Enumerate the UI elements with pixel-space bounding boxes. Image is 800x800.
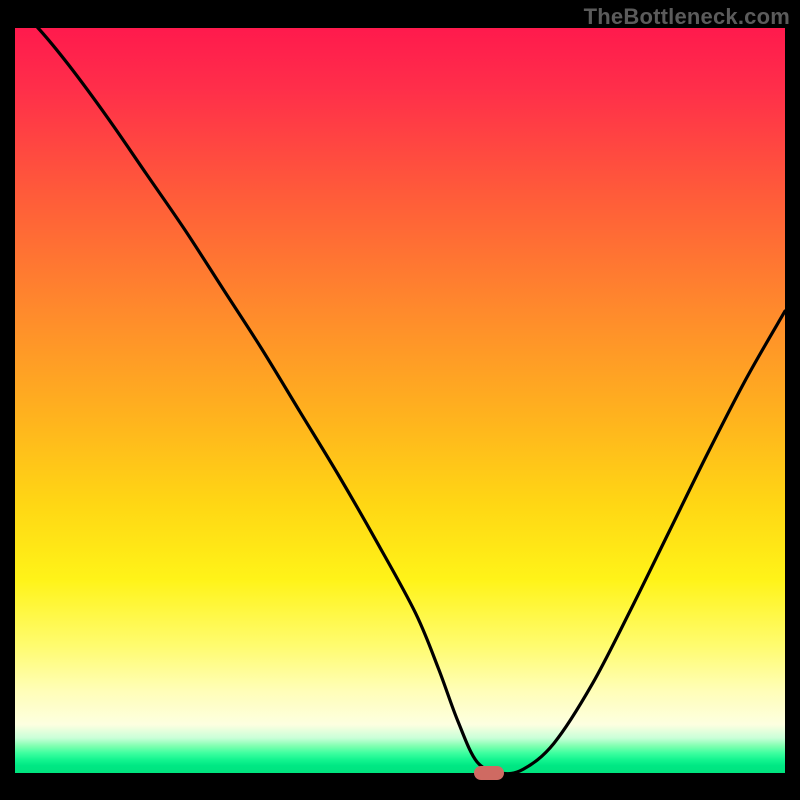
watermark-text: TheBottleneck.com — [584, 4, 790, 30]
optimal-point-marker — [474, 766, 504, 780]
plot-area — [15, 28, 785, 785]
bottleneck-curve — [15, 28, 785, 785]
chart-frame: TheBottleneck.com — [0, 0, 800, 800]
